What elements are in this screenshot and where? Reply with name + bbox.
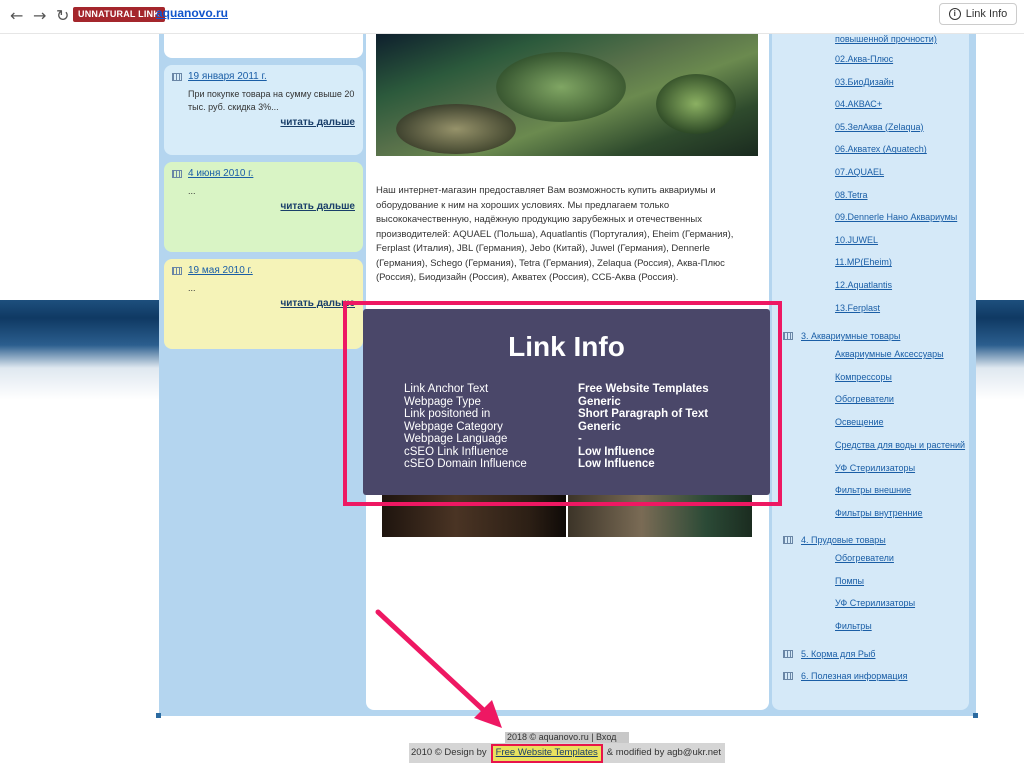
sidebar-link[interactable]: 08.Tetra — [835, 190, 868, 200]
news-date[interactable]: 19 января 2011 г. — [172, 71, 355, 82]
link-info-value: Short Paragraph of Text — [578, 408, 709, 420]
sidebar-link[interactable]: Фильтры внешние — [835, 485, 911, 495]
sidebar-category[interactable]: 6. Полезная информация — [783, 671, 907, 681]
link-info-value: Generic — [578, 395, 621, 408]
sidebar-link[interactable]: Фильтры внутренние — [835, 508, 923, 518]
link-info-row: Webpage Language - — [404, 433, 770, 446]
sidebar-link[interactable]: УФ Стерилизаторы — [835, 598, 915, 608]
link-info-row: Webpage Category Generic — [404, 421, 770, 434]
sidebar-link[interactable]: Обогреватели — [835, 394, 894, 404]
unnatural-link-badge: UNNATURAL LINK — [73, 7, 165, 22]
sidebar-link[interactable]: 06.Акватех (Aquatech) — [835, 144, 927, 154]
link-info-button-label: Link Info — [965, 8, 1008, 20]
link-info-value: Low Influence — [578, 445, 655, 458]
sidebar-link[interactable]: 11.MP(Eheim) — [835, 257, 892, 267]
news-date-label: 19 января 2011 г. — [188, 71, 267, 82]
calendar-icon — [172, 266, 182, 275]
sidebar-link[interactable]: Средства для воды и растений — [835, 440, 965, 450]
sidebar-category[interactable]: 3. Аквариумные товары — [783, 331, 900, 341]
previous-news-box — [164, 34, 363, 58]
sidebar-link[interactable]: 02.Аква-Плюс — [835, 54, 893, 64]
sidebar-link[interactable]: Фильтры — [835, 621, 872, 631]
calendar-icon — [172, 169, 182, 178]
arrow-right-icon[interactable]: → — [33, 6, 46, 25]
link-info-row: Link positoned in Short Paragraph of Text — [404, 408, 770, 421]
sidebar-link[interactable]: УФ Стерилизаторы — [835, 463, 915, 473]
news-date-label: 4 июня 2010 г. — [188, 168, 254, 179]
link-info-row: cSEO Domain Influence Low Influence — [404, 458, 770, 471]
link-info-value: Low Influence — [578, 458, 655, 470]
link-info-key: Webpage Language — [404, 433, 508, 445]
link-info-row: Link Anchor Text Free Website Templates — [404, 383, 770, 396]
link-info-title: Link Info — [508, 331, 625, 362]
browser-toolbar: ← → ↻ UNNATURAL LINK aquanovo.ru i Link … — [0, 0, 1024, 34]
frame-corner — [156, 713, 161, 718]
sidebar-link[interactable]: 04.АКВАС+ — [835, 99, 882, 109]
sidebar-link[interactable]: Компрессоры — [835, 372, 892, 382]
footer-copyright: 2018 © aquanovo.ru | Вход — [505, 732, 629, 743]
sidebar-link[interactable]: 05.ЗелАква (Zelaqua) — [835, 122, 924, 132]
read-more-link[interactable]: читать дальше — [172, 201, 355, 212]
arrow-left-icon[interactable]: ← — [10, 6, 23, 25]
intro-paragraph: Наш интернет-магазин предоставляет Вам в… — [376, 185, 734, 283]
sidebar-category[interactable]: 4. Прудовые товары — [783, 535, 886, 545]
category-sidebar: повышенной прочности) 02.Аква-Плюс 03.Био… — [772, 34, 969, 710]
sidebar-category[interactable]: 5. Корма для Рыб — [783, 649, 875, 659]
link-info-key: Webpage Type — [404, 395, 481, 408]
pointer-arrow-icon — [375, 609, 502, 728]
info-icon: i — [948, 8, 961, 20]
sidebar-link[interactable]: Освещение — [835, 417, 884, 427]
news-date[interactable]: 4 июня 2010 г. — [172, 168, 355, 179]
link-info-key: cSEO Link Influence — [404, 445, 509, 458]
news-item: 19 января 2011 г. При покупке товара на … — [164, 65, 363, 155]
domain-link[interactable]: aquanovo.ru — [156, 6, 228, 20]
link-info-key: Webpage Category — [404, 420, 503, 433]
aquarium-photo — [376, 34, 758, 156]
footer-credits: 2010 © Design by Free Website Templates … — [409, 743, 725, 763]
sidebar-link[interactable]: 07.AQUAEL — [835, 167, 884, 177]
frame-corner — [973, 713, 978, 718]
news-text: ... — [188, 283, 196, 293]
sidebar-link[interactable]: 10.JUWEL — [835, 235, 878, 245]
footer-suffix: & modified by agb@ukr.net — [606, 747, 721, 758]
calendar-icon — [172, 72, 182, 81]
calendar-icon — [783, 672, 793, 680]
link-info-value: Generic — [578, 420, 621, 433]
link-info-rows: Link Anchor Text Free Website Templates We… — [404, 383, 770, 471]
sidebar-link[interactable]: 12.Aquatlantis — [835, 280, 892, 290]
link-info-key: Link positoned in — [404, 408, 491, 420]
news-text: ... — [188, 186, 196, 196]
sidebar-link[interactable]: Аквариумные Аксессуары — [835, 349, 944, 359]
link-info-button[interactable]: i Link Info — [939, 3, 1017, 25]
link-info-key: Link Anchor Text — [404, 383, 489, 395]
news-text: При покупке товара на сумму свыше 20 тыс… — [188, 89, 355, 112]
link-info-panel: Link Info Link Anchor Text Free Website T… — [363, 309, 770, 495]
news-date-label: 19 мая 2010 г. — [188, 265, 253, 276]
link-info-row: cSEO Link Influence Low Influence — [404, 446, 770, 459]
sidebar-link[interactable]: 13.Ferplast — [835, 303, 880, 313]
reload-icon[interactable]: ↻ — [56, 6, 69, 25]
free-website-templates-link[interactable]: Free Website Templates — [490, 744, 603, 763]
link-info-key: cSEO Domain Influence — [404, 458, 527, 470]
sidebar-link[interactable]: Помпы — [835, 576, 864, 586]
read-more-link[interactable]: читать дальше — [172, 298, 355, 309]
sidebar-link[interactable]: 09.Dennerle Нано Аквариумы — [835, 212, 957, 222]
link-info-value: - — [578, 433, 582, 445]
read-more-link[interactable]: читать дальше — [172, 117, 355, 128]
news-item: 19 мая 2010 г. ... читать дальше — [164, 259, 363, 349]
calendar-icon — [783, 650, 793, 658]
news-item: 4 июня 2010 г. ... читать дальше — [164, 162, 363, 252]
link-info-value: Free Website Templates — [578, 383, 709, 395]
link-info-row: Webpage Type Generic — [404, 396, 770, 409]
news-date[interactable]: 19 мая 2010 г. — [172, 265, 355, 276]
sidebar-link[interactable]: 03.БиоДизайн — [835, 77, 894, 87]
footer-prefix: 2010 © Design by — [411, 747, 487, 758]
calendar-icon — [783, 332, 793, 340]
sidebar-link[interactable]: Обогреватели — [835, 553, 894, 563]
sidebar-link[interactable]: повышенной прочности) — [835, 34, 937, 44]
calendar-icon — [783, 536, 793, 544]
